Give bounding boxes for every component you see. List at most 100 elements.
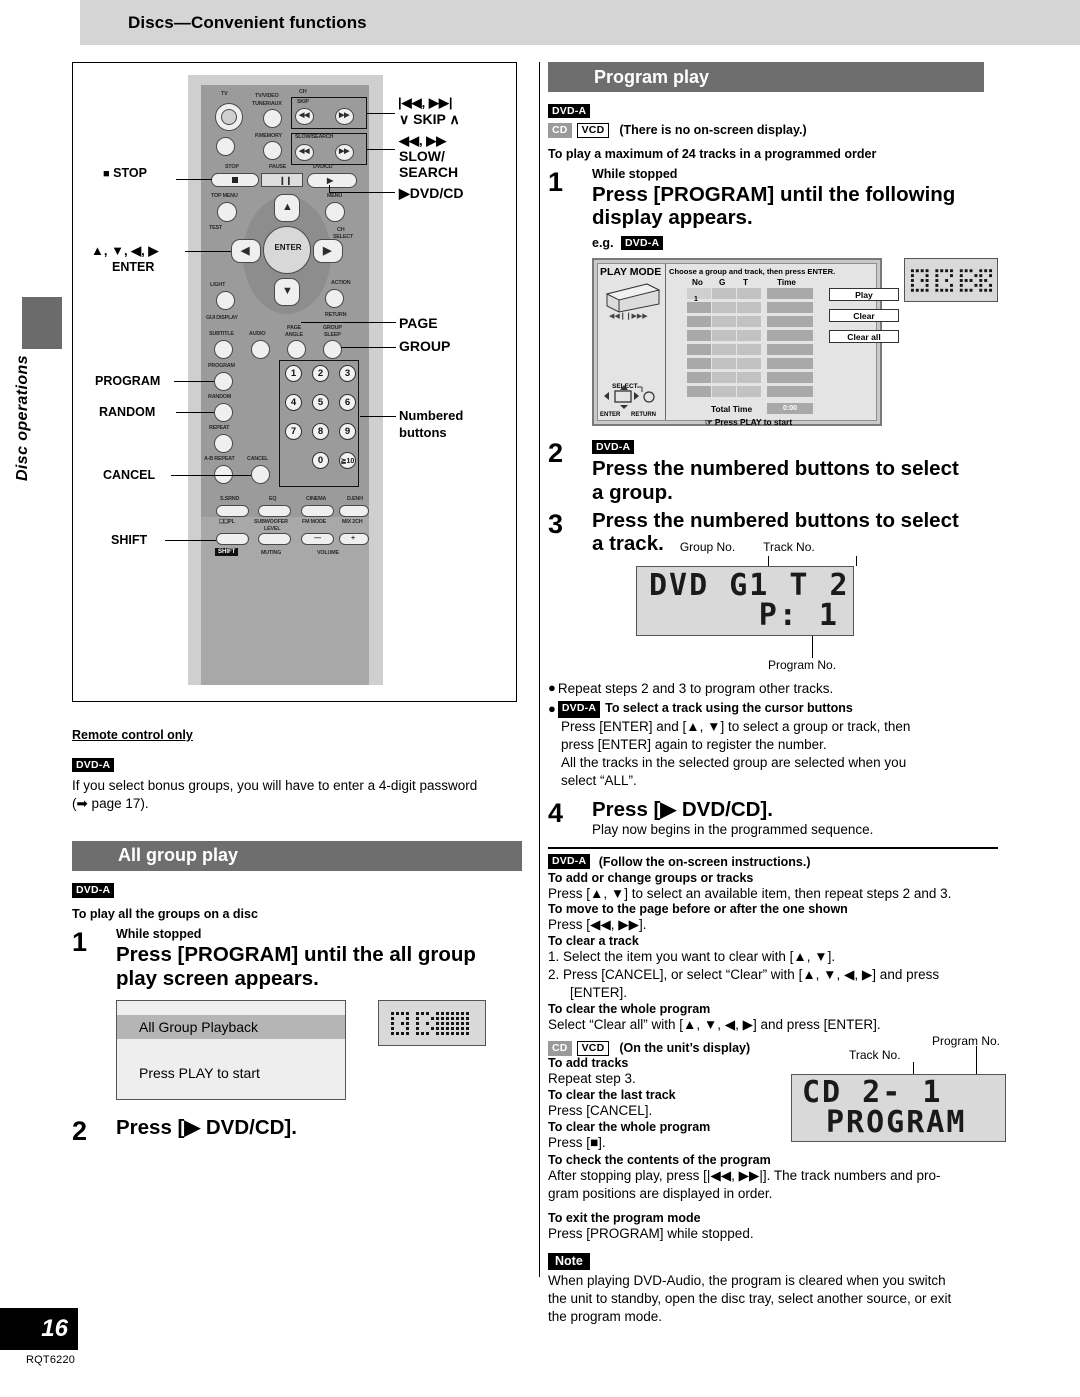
cd-callout-track-no: Track No. xyxy=(849,1047,901,1062)
play-mode-row4-t[interactable] xyxy=(737,330,761,342)
play-mode-row1-no[interactable]: 1 xyxy=(687,288,711,303)
num-button-5[interactable]: 5 xyxy=(312,394,329,411)
remote-label-gui-display: GUI DISPLAY xyxy=(206,315,238,321)
callout-group-no: Group No. xyxy=(679,540,736,555)
play-mode-row5-no[interactable] xyxy=(687,344,711,356)
open-close-button[interactable] xyxy=(216,137,235,156)
play-mode-row8-no[interactable] xyxy=(687,386,711,398)
play-mode-play-button[interactable]: Play xyxy=(829,288,899,302)
play-mode-row4-no[interactable] xyxy=(687,330,711,342)
menu-button[interactable] xyxy=(325,202,345,222)
audio-button[interactable] xyxy=(251,340,270,359)
play-mode-row7-g[interactable] xyxy=(712,372,736,384)
remote-label-angle: ANGLE xyxy=(285,332,303,338)
page-title: Discs—Convenient functions xyxy=(128,12,367,32)
play-mode-row3-g[interactable] xyxy=(712,316,736,328)
random-button[interactable] xyxy=(214,403,233,422)
play-mode-clear-all-button[interactable]: Clear all xyxy=(829,330,899,344)
program-step-1: 1 While stopped Press [PROGRAM] until th… xyxy=(548,167,998,253)
subwoofer-level-button[interactable] xyxy=(258,533,291,545)
num-button-2[interactable]: 2 xyxy=(312,365,329,382)
action-button[interactable] xyxy=(325,289,344,308)
remote-label-test: TEST xyxy=(209,225,222,231)
num-button-3[interactable]: 3 xyxy=(339,365,356,382)
remote-label-p-memory: P.MEMORY xyxy=(255,133,282,139)
callout-skip-2: ∨ SKIP ∧ xyxy=(399,111,460,127)
s-srnd-button[interactable] xyxy=(216,505,249,517)
play-mode-row6-t[interactable] xyxy=(737,358,761,370)
eq-button[interactable] xyxy=(258,505,291,517)
horizontal-rule xyxy=(548,846,998,849)
cinema-button[interactable] xyxy=(301,505,334,517)
page-angle-button[interactable] xyxy=(287,340,306,359)
play-mode-row5-t[interactable] xyxy=(737,344,761,356)
remote-label-tv-power: TV xyxy=(221,91,228,97)
step1-heading-line1: Press [PROGRAM] until the all group xyxy=(116,942,476,966)
p-memory-button[interactable] xyxy=(263,141,282,160)
play-mode-row8-t[interactable] xyxy=(737,386,761,398)
play-mode-col-t: T xyxy=(743,278,749,288)
callout-slow-3: SEARCH xyxy=(399,164,459,180)
subtitle-button[interactable] xyxy=(214,340,233,359)
callout-track-no: Track No. xyxy=(763,540,815,555)
play-mode-row8-g[interactable] xyxy=(712,386,736,398)
play-mode-row6-no[interactable] xyxy=(687,358,711,370)
play-mode-row2-g[interactable] xyxy=(712,302,736,314)
play-mode-row5-g[interactable] xyxy=(712,344,736,356)
play-mode-row6-g[interactable] xyxy=(712,358,736,370)
step2-dvd-a-badge: DVD-A xyxy=(592,439,635,455)
play-mode-row7-time xyxy=(767,372,813,384)
tv-video-button[interactable] xyxy=(263,109,282,128)
callout-line-random xyxy=(176,412,214,413)
num-button-gte10[interactable]: ≧10 xyxy=(339,452,356,469)
repeat-button[interactable] xyxy=(214,434,233,453)
callout-stop: ■ STOP xyxy=(103,166,147,180)
play-mode-row7-t[interactable] xyxy=(737,372,761,384)
play-mode-row2-no[interactable] xyxy=(687,302,711,314)
eg-dvd-a-badge: DVD-A xyxy=(621,235,664,251)
play-mode-row2-t[interactable] xyxy=(737,302,761,314)
num-button-9[interactable]: 9 xyxy=(339,423,356,440)
cancel-button[interactable] xyxy=(251,465,270,484)
num-button-8[interactable]: 8 xyxy=(312,423,329,440)
top-menu-button[interactable] xyxy=(217,202,237,222)
note-line1: When playing DVD-Audio, the program is c… xyxy=(548,1273,946,1289)
instr-clear-track-1: 1. Select the item you want to clear wit… xyxy=(548,949,836,965)
num-button-6[interactable]: 6 xyxy=(339,394,356,411)
play-mode-row3-t[interactable] xyxy=(737,316,761,328)
program-step-2: 2 DVD-A Press the numbered buttons to se… xyxy=(548,438,998,505)
callout-numbered-1: Numbered xyxy=(399,408,464,423)
callout-line-skip xyxy=(367,113,395,114)
d-enh-button[interactable] xyxy=(339,505,369,517)
cd-program-display-block: Program No. Track No. CD 2- 1 PROGRAM xyxy=(791,1034,1006,1142)
play-mode-footer-hint: ☞ Press PLAY to start xyxy=(705,417,793,428)
callout-line-group xyxy=(341,347,396,348)
instr-add-change-heading: To add or change groups or tracks xyxy=(548,870,754,885)
num-button-1[interactable]: 1 xyxy=(285,365,302,382)
play-mode-row3-no[interactable] xyxy=(687,316,711,328)
instr-clear-whole2-heading: To clear the whole program xyxy=(548,1119,711,1134)
num-button-0[interactable]: 0 xyxy=(312,452,329,469)
callout-cursor-2: ENTER xyxy=(112,260,155,274)
play-mode-clear-button[interactable]: Clear xyxy=(829,309,899,323)
num-button-7[interactable]: 7 xyxy=(285,423,302,440)
light-button[interactable] xyxy=(216,291,235,310)
play-mode-row4-g[interactable] xyxy=(712,330,736,342)
cursor-left-icon: ◀ xyxy=(241,245,250,257)
play-mode-row1-g[interactable] xyxy=(712,288,736,300)
led-display-cd-program: CD 2- 1 PROGRAM xyxy=(791,1073,1006,1142)
led-display-program-mode xyxy=(903,258,998,303)
bonus-group-note-line2: (➡ page 17). xyxy=(72,795,149,811)
group-sleep-button[interactable] xyxy=(323,340,342,359)
play-mode-row7-no[interactable] xyxy=(687,372,711,384)
play-mode-row1-t[interactable] xyxy=(737,288,761,300)
instr-cd-badge: CD xyxy=(548,1041,572,1056)
shift-button[interactable] xyxy=(216,533,249,545)
program-button[interactable] xyxy=(214,372,233,391)
num-button-4[interactable]: 4 xyxy=(285,394,302,411)
callout-line-dvdcd-h xyxy=(329,192,395,193)
leader-program-no xyxy=(812,636,813,659)
cd-leader-track xyxy=(913,1061,914,1074)
pp-step1-precondition: While stopped xyxy=(592,166,678,181)
pp-step2-heading-line2: a group. xyxy=(592,480,673,504)
